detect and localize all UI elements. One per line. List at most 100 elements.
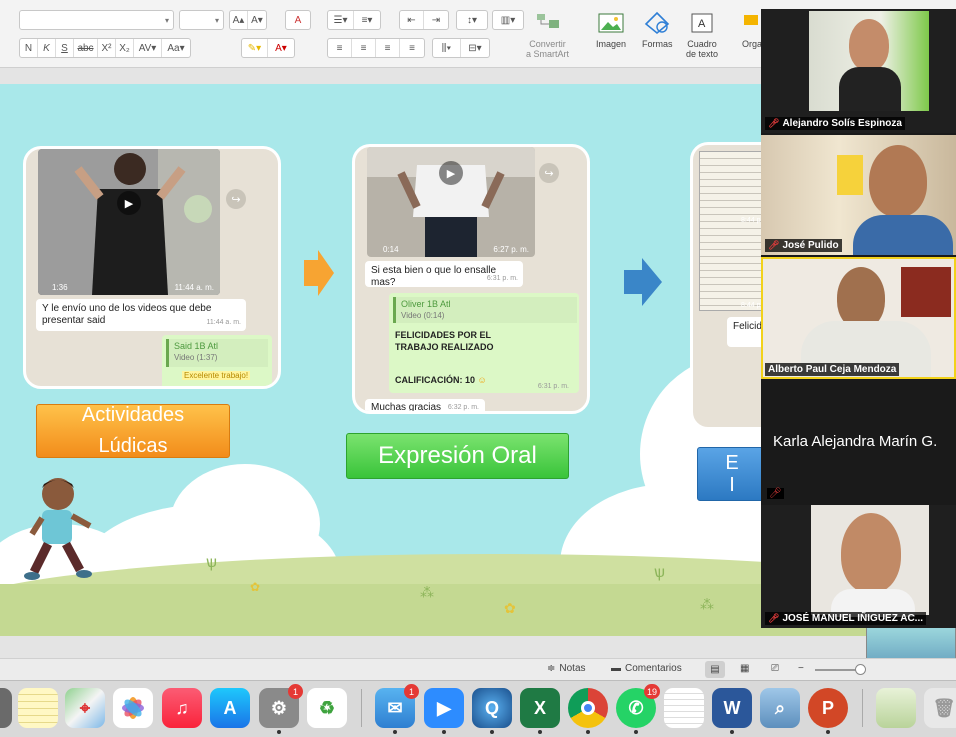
quicktime-app-icon[interactable]: Q — [472, 688, 512, 734]
play-icon[interactable]: ▶ — [439, 161, 463, 185]
arrow-right-icon — [624, 258, 662, 306]
font-size-select[interactable] — [179, 10, 224, 30]
zoom-out-button[interactable]: − — [798, 663, 804, 674]
text-direction-icon[interactable]: ⫼▾ — [433, 39, 461, 57]
macos-dock: ⌖ ♫ A ⚙ 1 ♻ ✉ 1 ▶ Q X ✆ 19 W ⌕ P 🗑︎ — [0, 680, 956, 737]
bullets-icon[interactable]: ☰▾ — [328, 11, 354, 29]
textedit-app-icon[interactable] — [664, 688, 704, 728]
word-app-icon[interactable]: W — [712, 688, 752, 734]
slide-bottom-gap — [0, 636, 956, 658]
align-left-icon[interactable]: ≡ — [328, 39, 352, 57]
underline-button[interactable]: S — [56, 39, 74, 57]
music-app-icon[interactable]: ♫ — [162, 688, 202, 728]
powerpoint-app-icon[interactable]: P — [808, 688, 848, 734]
app-icon-partial[interactable] — [0, 688, 12, 728]
bold-button[interactable]: N — [20, 39, 38, 57]
subscript-button[interactable]: X₂ — [116, 39, 134, 57]
zoom-app-icon[interactable]: ▶ — [424, 688, 464, 734]
mail-app-icon[interactable]: ✉ 1 — [375, 684, 419, 734]
downloads-folder-icon[interactable] — [876, 688, 916, 728]
share-icon[interactable]: ↪ — [539, 163, 559, 183]
system-preferences-icon[interactable]: ⚙ 1 — [259, 684, 303, 734]
superscript-button[interactable]: X² — [98, 39, 116, 57]
image-icon — [597, 10, 625, 36]
textbox-button[interactable]: A Cuadro de texto — [686, 10, 718, 59]
chrome-center-icon — [581, 701, 595, 715]
chat-message: Muchas gracias 6:32 p. m. — [365, 399, 485, 411]
painting — [901, 267, 951, 317]
format-group: N K S abc X² X₂ AV▾ Aa▾ — [19, 38, 191, 58]
preview-app-icon[interactable]: ⌕ — [760, 688, 800, 728]
label-actividades-ludicas[interactable]: Actividades Lúdicas — [36, 404, 230, 458]
font-name-select[interactable] — [19, 10, 174, 30]
participant-tile-video-off[interactable]: Karla Alejandra Marín G. 🎤︎ — [761, 381, 956, 503]
video-thumbnail[interactable]: ▶ 1:36 11:44 a. m. — [38, 149, 220, 295]
photos-app-icon[interactable] — [113, 688, 153, 728]
notification-badge: 19 — [643, 684, 660, 699]
whatsapp-app-icon[interactable]: ✆ 19 — [616, 684, 660, 734]
label-expresion-oral[interactable]: Expresión Oral — [346, 433, 569, 479]
running-indicator — [730, 730, 734, 734]
case-button[interactable]: Aa▾ — [162, 39, 190, 57]
grow-font-button[interactable]: A▴ — [230, 11, 248, 29]
video-participants-panel: 🎤︎ Alejandro Solís Espinoza 🎤︎ José Puli… — [761, 9, 956, 628]
document-image[interactable] — [699, 151, 769, 311]
whatsapp-card-1: ▶ 1:36 11:44 a. m. ↪ Y le envío uno de l… — [23, 146, 281, 389]
svg-text:A: A — [698, 18, 706, 30]
highlight-icon[interactable]: ✎▾ — [242, 39, 268, 57]
clear-format-button[interactable]: A — [285, 10, 311, 30]
shapes-button[interactable]: Formas — [642, 10, 673, 49]
shrink-font-button[interactable]: A▾ — [248, 11, 266, 29]
muted-mic-icon: 🎤︎ — [767, 488, 784, 499]
notes-button[interactable]: ≑ Notas — [547, 663, 586, 674]
participant-name: 🎤︎ JOSÉ MANUEL IÑIGUEZ AC... — [765, 612, 927, 625]
video-time: 6:27 p. m. — [493, 245, 529, 254]
whatsapp-card-2: ▶ 0:14 6:27 p. m. ↪ Si esta bien o que l… — [352, 144, 590, 414]
strikethrough-button[interactable]: abc — [74, 39, 98, 57]
app-store-icon[interactable]: A — [210, 688, 250, 728]
maps-app-icon[interactable]: ⌖ — [65, 688, 105, 728]
trash-icon[interactable]: 🗑︎ — [924, 688, 956, 728]
image-button[interactable]: Imagen — [596, 10, 626, 49]
justify-icon[interactable]: ≡ — [400, 39, 424, 57]
font-grow-shrink-group: A▴ A▾ — [229, 10, 267, 30]
video-thumbnail[interactable]: ▶ 0:14 6:27 p. m. — [367, 147, 535, 257]
participant-tile[interactable]: 🎤︎ José Pulido — [761, 135, 956, 255]
grass-tuft-icon: ⁂ — [420, 584, 434, 600]
participant-tile-active[interactable]: Alberto Paul Ceja Mendoza — [761, 257, 956, 379]
decrease-indent-icon[interactable]: ⇤ — [400, 11, 424, 29]
list-group: ☰▾ ≡▾ — [327, 10, 381, 30]
play-icon[interactable]: ▶ — [117, 191, 141, 215]
excel-app-icon[interactable]: X — [520, 688, 560, 734]
participant-tile[interactable]: 🎤︎ Alejandro Solís Espinoza — [761, 9, 956, 133]
font-color-icon[interactable]: A▾ — [268, 39, 294, 57]
increase-indent-icon[interactable]: ⇥ — [424, 11, 448, 29]
presenter-view-button[interactable]: ⎚ — [771, 663, 779, 674]
participant-tile[interactable]: 🎤︎ JOSÉ MANUEL IÑIGUEZ AC... — [761, 505, 956, 628]
recycle-app-icon[interactable]: ♻ — [307, 688, 347, 728]
align-right-icon[interactable]: ≡ — [376, 39, 400, 57]
participant-name-large: Karla Alejandra Marín G. — [773, 433, 938, 450]
comments-button[interactable]: ▬ Comentarios — [611, 663, 682, 674]
numbering-icon[interactable]: ≡▾ — [354, 11, 380, 29]
sorter-view-button[interactable]: ▦ — [740, 663, 749, 674]
zoom-slider-thumb[interactable] — [855, 664, 866, 675]
italic-button[interactable]: K — [38, 39, 56, 57]
poster — [837, 155, 863, 195]
spacing-button[interactable]: AV▾ — [134, 39, 162, 57]
convert-smartart-button[interactable]: Convertir a SmartArt — [526, 10, 569, 59]
smartart-icon — [534, 10, 562, 36]
align-center-icon[interactable]: ≡ — [352, 39, 376, 57]
chrome-app-icon[interactable] — [568, 688, 608, 734]
align-text-icon[interactable]: ⊟▾ — [461, 39, 489, 57]
normal-view-button[interactable]: ▤ — [705, 661, 725, 678]
share-icon[interactable]: ↪ — [226, 189, 246, 209]
avatar — [837, 267, 885, 329]
line-spacing-icon[interactable]: ↕▾ — [457, 11, 487, 29]
video-duration: 1:36 — [52, 283, 68, 292]
chat-message: Y le envío uno de los videos que debe pr… — [36, 299, 246, 331]
notes-app-icon[interactable] — [18, 688, 58, 728]
avatar — [853, 215, 953, 255]
label-third[interactable]: E I — [697, 447, 767, 501]
columns-icon[interactable]: ▥▾ — [493, 11, 523, 29]
